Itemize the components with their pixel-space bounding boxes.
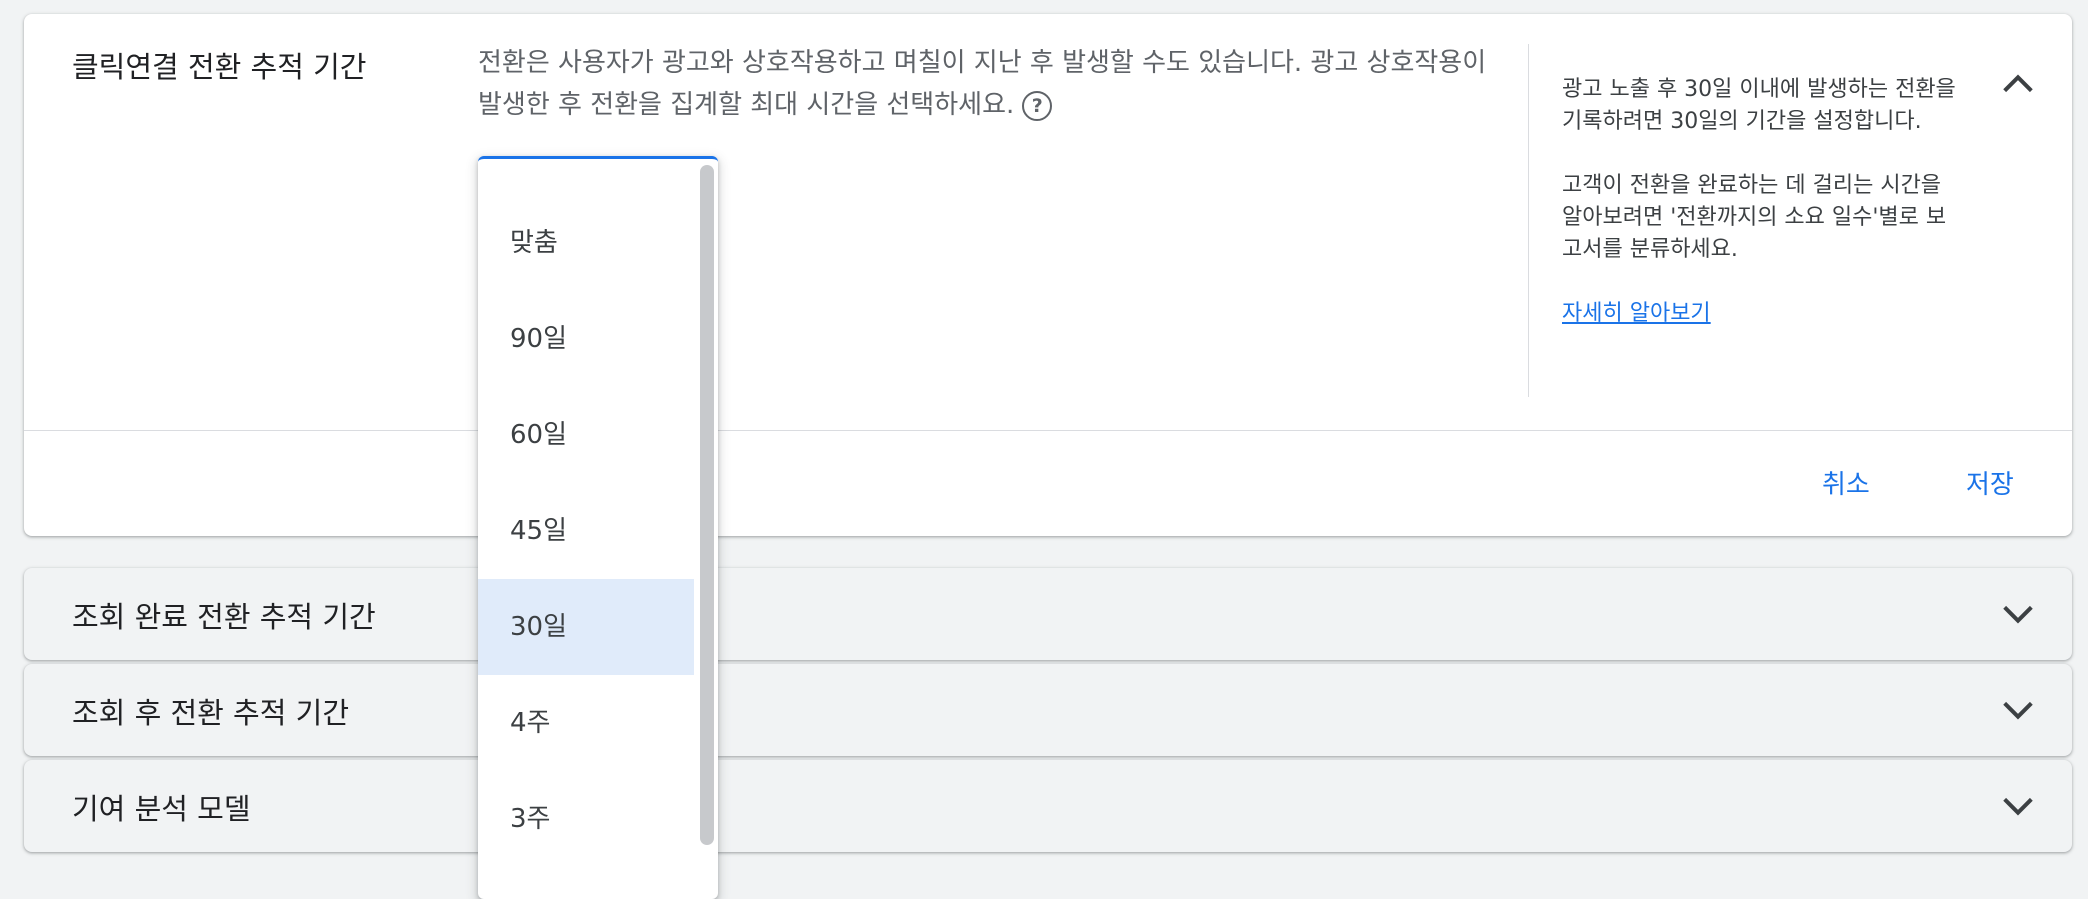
click-conversion-window-card: 클릭연결 전환 추적 기간 전환은 사용자가 광고와 상호작용하고 며칠이 지난… [24,14,2072,536]
dropdown-option[interactable]: 맞춤 [478,195,694,291]
side-panel-paragraph: 광고 노출 후 30일 이내에 발생하는 전환을 기록하려면 30일의 기간을 … [1562,77,1956,134]
side-panel-paragraph: 고객이 전환을 완료하는 데 걸리는 시간을 알아보려면 '전환까지의 소요 일… [1562,173,1947,262]
conversion-window-dropdown[interactable]: 맞춤 90일 60일 45일 30일 4주 3주 [478,156,718,899]
view-through-conversion-window-card[interactable]: 조회 후 전환 추적 기간 [24,664,2072,756]
view-complete-conversion-window-card[interactable]: 조회 완료 전환 추적 기간 [24,568,2072,660]
description-text: 전환은 사용자가 광고와 상호작용하고 며칠이 지난 후 발생할 수도 있습니다… [478,48,1487,120]
cancel-button[interactable]: 취소 [1822,464,1870,501]
footer-divider [24,430,2072,431]
dropdown-option[interactable]: 3주 [478,771,694,867]
section-title: 조회 완료 전환 추적 기간 [72,600,376,634]
dropdown-option[interactable]: 90일 [478,291,694,387]
section-title: 클릭연결 전환 추적 기간 [72,50,367,84]
side-panel: 광고 노출 후 30일 이내에 발생하는 전환을 기록하려면 30일의 기간을 … [1562,74,1962,330]
side-panel-divider [1528,44,1529,397]
dropdown-option-selected[interactable]: 30일 [478,579,694,675]
chevron-down-icon[interactable] [1998,594,2038,634]
chevron-up-icon[interactable] [1998,64,2038,104]
dropdown-scrollbar[interactable] [700,165,714,845]
learn-more-link[interactable]: 자세히 알아보기 [1562,301,1711,326]
help-circle-icon[interactable]: ? [1022,90,1053,121]
section-title: 기여 분석 모델 [72,792,251,826]
chevron-down-icon[interactable] [1998,786,2038,826]
section-title: 조회 후 전환 추적 기간 [72,696,349,730]
dropdown-option[interactable]: 45일 [478,483,694,579]
dropdown-option[interactable]: 4주 [478,675,694,771]
dropdown-option[interactable]: 60일 [478,387,694,483]
save-button[interactable]: 저장 [1966,464,2014,501]
chevron-down-icon[interactable] [1998,690,2038,730]
attribution-model-card[interactable]: 기여 분석 모델 [24,760,2072,852]
section-description: 전환은 사용자가 광고와 상호작용하고 며칠이 지난 후 발생할 수도 있습니다… [478,42,1508,126]
